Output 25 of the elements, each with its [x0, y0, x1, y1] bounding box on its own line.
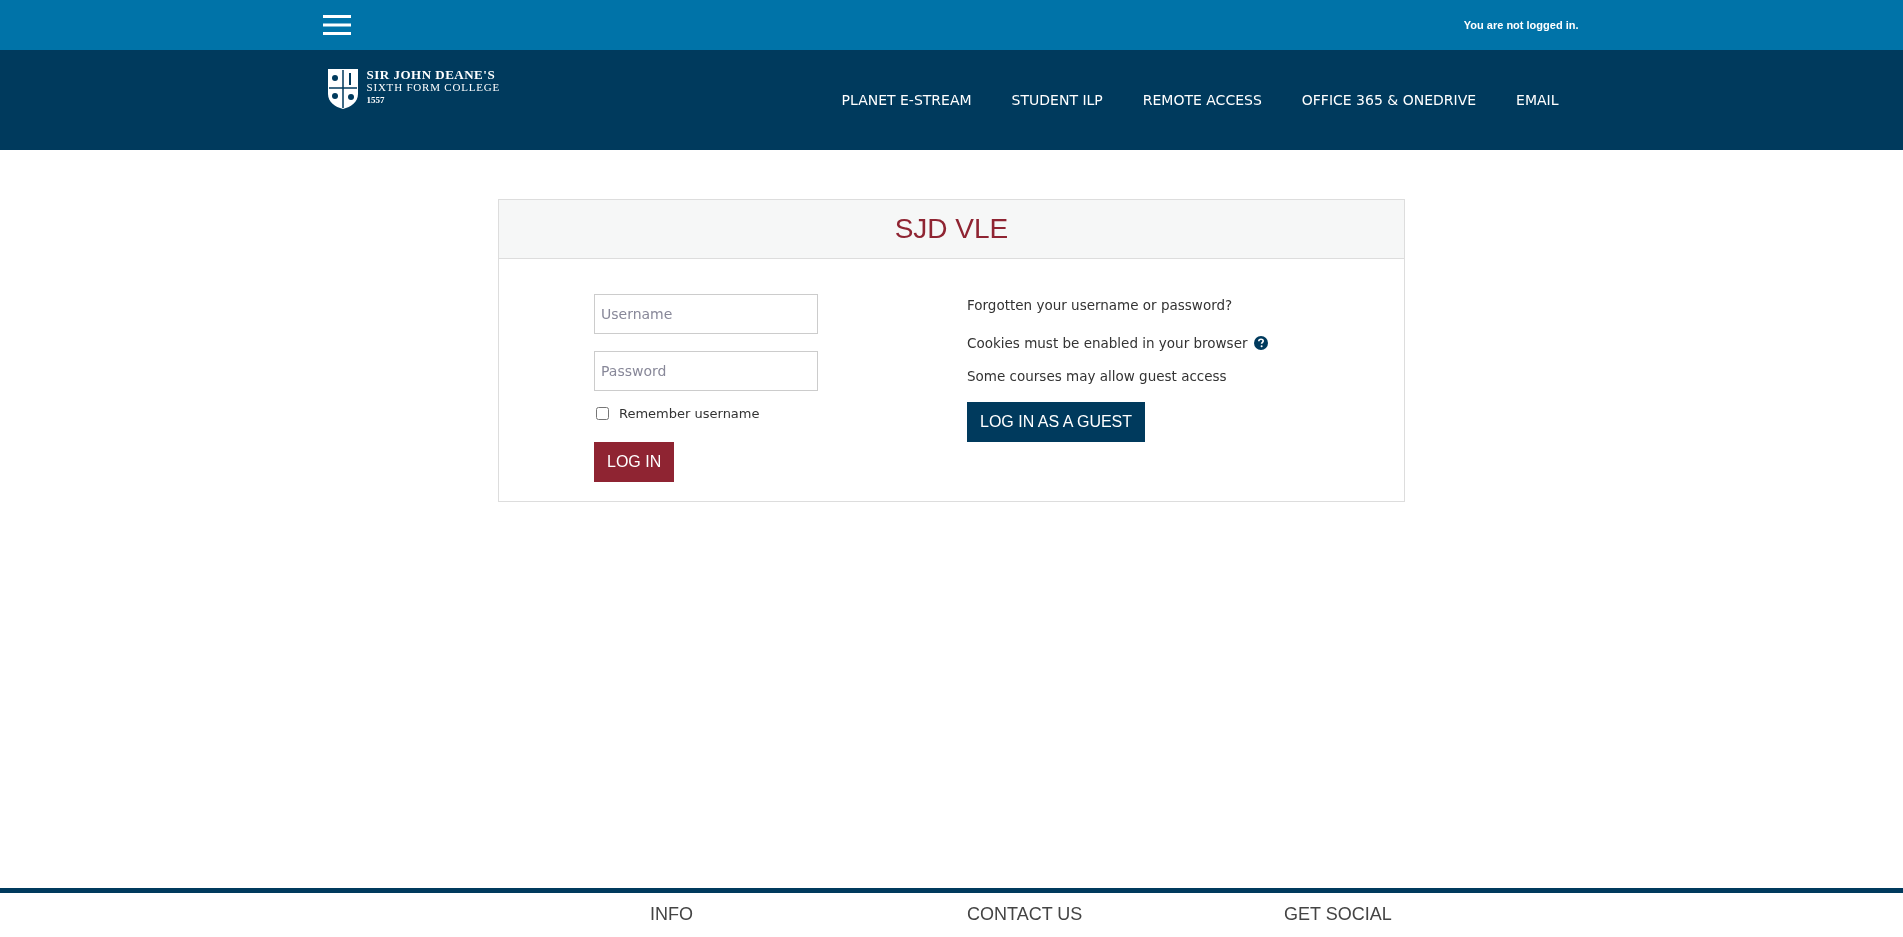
college-name: SIR JOHN DEANE'S: [366, 68, 497, 81]
footer-heading: INFO: [650, 904, 694, 925]
nav-link[interactable]: EMAIL: [1516, 92, 1559, 108]
remember-label: Remember username: [619, 406, 760, 421]
cookies-note: Cookies must be enabled in your browser: [967, 334, 1248, 352]
remember-checkbox[interactable]: [596, 407, 609, 420]
password-field[interactable]: Password: [594, 351, 818, 391]
footer-heading: CONTACT US: [967, 904, 1084, 925]
forgotten-link[interactable]: Forgotten your username or password?: [967, 296, 1233, 314]
card-title: SJD VLE: [894, 213, 1009, 245]
footer-heading: GET SOCIAL: [1284, 904, 1393, 925]
shield-icon: [326, 68, 359, 110]
guest-login-button[interactable]: LOG IN AS A GUEST: [967, 402, 1146, 442]
nav-link[interactable]: PLANET E-STREAM: [841, 92, 972, 108]
login-button[interactable]: LOG IN: [594, 442, 675, 482]
username-field[interactable]: Username: [594, 294, 818, 334]
nav-link[interactable]: STUDENT ILP: [1011, 92, 1103, 108]
login-status: You are not logged in.: [1463, 19, 1579, 31]
nav-link[interactable]: REMOTE ACCESS: [1142, 92, 1262, 108]
guest-note: Some courses may allow guest access: [967, 367, 1228, 385]
help-icon[interactable]: [1253, 336, 1268, 350]
founding-year: 1557: [366, 94, 386, 107]
college-subtitle: SIXTH FORM COLLEGE: [366, 81, 501, 94]
menu-icon[interactable]: [322, 15, 351, 35]
nav-link[interactable]: OFFICE 365 & ONEDRIVE: [1301, 92, 1477, 108]
